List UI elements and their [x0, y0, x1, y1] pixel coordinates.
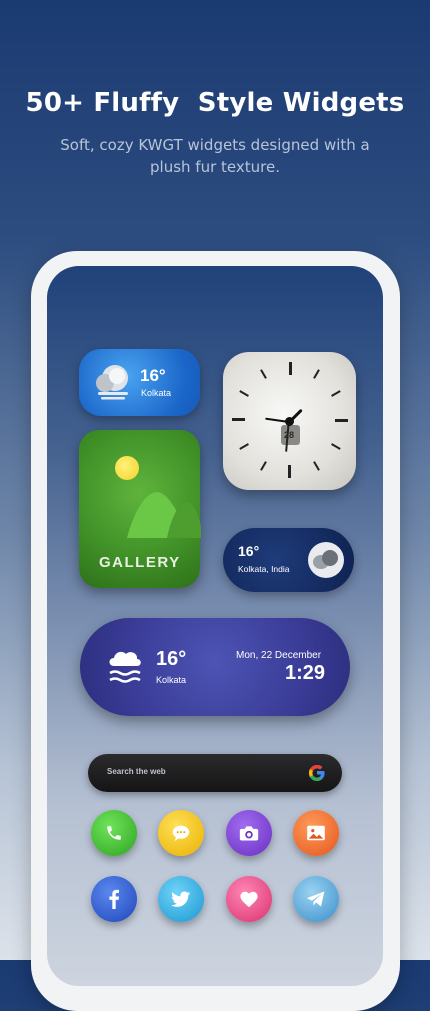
clock-tick	[331, 390, 341, 397]
google-icon[interactable]	[307, 763, 327, 783]
weather-widget-large[interactable]: 16° Kolkata Mon, 22 December 1:29	[80, 618, 350, 716]
weather-large-city: Kolkata	[156, 675, 187, 685]
weather-pill-temp: 16°	[238, 543, 260, 559]
clock-tick	[232, 418, 245, 421]
clock-tick	[313, 461, 320, 471]
telegram-icon	[306, 891, 325, 907]
clock-center	[285, 417, 294, 426]
twitter-icon	[171, 891, 191, 907]
clock-tick	[331, 443, 341, 450]
clock-tick	[239, 390, 249, 397]
camera-icon	[239, 826, 259, 841]
clock-widget[interactable]: 28	[223, 352, 356, 490]
camera-app-button[interactable]	[226, 810, 272, 856]
gallery-widget[interactable]: GALLERY	[79, 430, 201, 588]
weather-widget-small[interactable]: 16° Kolkata	[79, 349, 200, 416]
messages-app-button[interactable]	[158, 810, 204, 856]
facebook-icon	[109, 889, 119, 909]
search-placeholder: Search the web	[107, 767, 166, 776]
gallery-label: GALLERY	[99, 554, 181, 571]
clock-tick	[289, 362, 292, 375]
clock-tick	[239, 443, 249, 450]
weather-large-date: Mon, 22 December	[236, 650, 322, 661]
messages-icon	[172, 825, 190, 842]
phone-app-button[interactable]	[91, 810, 137, 856]
phone-icon	[107, 826, 121, 840]
weather-pill-location: Kolkata, India	[238, 564, 290, 574]
telegram-app-button[interactable]	[293, 876, 339, 922]
headline: 50+ Fluffy Style Widgets	[25, 88, 405, 118]
weather-large-temp: 16°	[156, 648, 187, 670]
cloud-icon	[96, 365, 128, 400]
clock-tick	[260, 369, 267, 379]
phone-screen: 16° Kolkata 28 GALLERY 16° Kolkata, Indi…	[47, 266, 383, 986]
search-bar[interactable]: Search the web	[88, 754, 342, 792]
clock-date: 28	[284, 430, 295, 440]
heart-icon	[240, 891, 258, 908]
facebook-app-button[interactable]	[91, 876, 137, 922]
weather-city: Kolkata	[141, 388, 172, 398]
clock-tick	[260, 461, 267, 471]
cloud-wind-icon	[109, 651, 141, 683]
clock-tick	[313, 369, 320, 379]
sun-icon	[115, 456, 139, 480]
weather-widget-pill[interactable]: 16° Kolkata, India	[223, 528, 354, 592]
twitter-app-button[interactable]	[158, 876, 204, 922]
heart-app-button[interactable]	[226, 876, 272, 922]
subtitle: Soft, cozy KWGT widgets designed with a …	[60, 136, 370, 176]
gallery-app-button[interactable]	[293, 810, 339, 856]
weather-large-time: 1:29	[285, 662, 326, 684]
clock-tick	[288, 465, 291, 478]
cloud-icon	[308, 542, 344, 578]
weather-temp: 16°	[140, 366, 166, 385]
clock-tick	[335, 419, 348, 422]
gallery-icon	[307, 825, 325, 841]
mountain-icon	[127, 492, 201, 538]
